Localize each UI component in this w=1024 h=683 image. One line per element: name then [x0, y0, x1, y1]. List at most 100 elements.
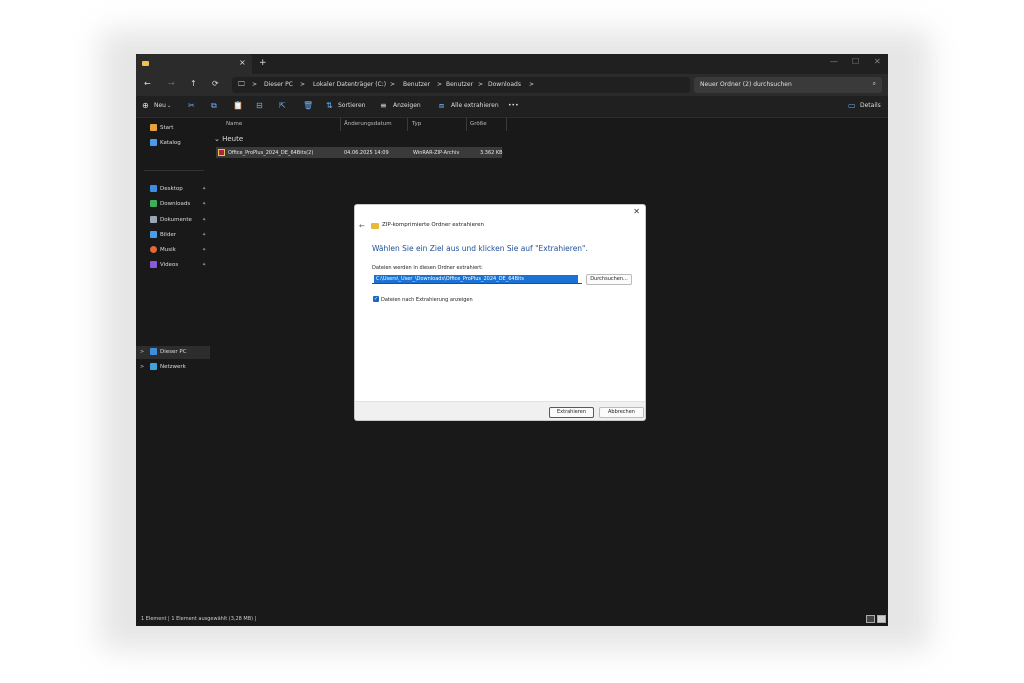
breadcrumb-downloads[interactable]: Downloads	[488, 81, 521, 88]
address-bar[interactable]: 🖵 > Dieser PC > Lokaler Datenträger (C:)…	[232, 77, 690, 93]
navigation-pane: Start Katalog Desktop ✦ Downloads ✦ Doku…	[136, 118, 210, 613]
breadcrumb-benutzer-1[interactable]: Benutzer	[403, 81, 430, 88]
gallery-icon	[150, 139, 157, 146]
sidebar-divider	[144, 170, 204, 171]
breadcrumb-separator: >	[390, 81, 396, 88]
file-size: 3.362 KB	[480, 149, 503, 156]
sidebar-item-desktop[interactable]: Desktop ✦	[136, 183, 210, 196]
breadcrumb-local-disk[interactable]: Lokaler Datenträger (C:)	[313, 81, 386, 88]
pin-icon: ✦	[202, 217, 207, 223]
sidebar-item-label: Videos	[160, 262, 179, 268]
group-header-today[interactable]: ⌄ Heute	[214, 135, 243, 143]
sidebar-item-this-pc[interactable]: > Dieser PC	[136, 346, 210, 359]
copy-icon[interactable]: ⧉	[211, 101, 217, 111]
destination-path-input[interactable]: C:\Users\_User_\Downloads\Office_ProPlus…	[372, 274, 582, 284]
pin-icon: ✦	[202, 262, 207, 268]
tab-close-icon[interactable]: ×	[239, 58, 246, 67]
cancel-button[interactable]: Abbrechen	[599, 407, 644, 418]
show-files-label[interactable]: Dateien nach Extrahierung anzeigen	[381, 297, 473, 303]
extract-all-button[interactable]: Alle extrahieren	[451, 102, 499, 109]
sidebar-item-label: Desktop	[160, 186, 183, 192]
dialog-footer: Extrahieren Abbrechen	[355, 401, 645, 420]
sidebar-item-katalog[interactable]: Katalog	[136, 137, 210, 150]
column-header-name[interactable]: Name	[226, 121, 242, 127]
breadcrumb-benutzer-2[interactable]: Benutzer	[446, 81, 473, 88]
breadcrumb-separator: >	[300, 81, 306, 88]
sidebar-item-label: Netzwerk	[160, 364, 186, 370]
folder-icon	[142, 61, 149, 66]
extract-button[interactable]: Extrahieren	[549, 407, 594, 418]
pin-icon: ✦	[202, 232, 207, 238]
destination-label: Dateien werden in diesen Ordner extrahie…	[372, 265, 483, 271]
share-icon[interactable]: ⇱	[279, 101, 286, 110]
maximize-icon[interactable]: ☐	[852, 57, 859, 66]
show-files-checkbox[interactable]: ✓	[373, 296, 379, 302]
sidebar-item-start[interactable]: Start	[136, 122, 210, 135]
close-icon[interactable]: ✕	[874, 57, 881, 66]
new-button[interactable]: Neu	[154, 102, 166, 109]
column-separator[interactable]	[340, 118, 341, 131]
refresh-icon[interactable]: ⟳	[212, 79, 219, 88]
destination-path-value[interactable]: C:\Users\_User_\Downloads\Office_ProPlus…	[374, 275, 578, 283]
dialog-back-icon[interactable]: ←	[359, 222, 365, 230]
sidebar-item-dokumente[interactable]: Dokumente ✦	[136, 214, 210, 227]
title-bar: × + — ☐ ✕	[136, 54, 888, 74]
tab-downloads[interactable]: ×	[136, 54, 252, 74]
breadcrumb-this-pc[interactable]: Dieser PC	[264, 81, 293, 88]
table-row[interactable]: Office_ProPlus_2024_DE_64Bits(2) 04.06.2…	[216, 147, 503, 158]
column-header-size[interactable]: Größe	[470, 121, 487, 127]
column-separator[interactable]	[466, 118, 467, 131]
pin-icon: ✦	[202, 186, 207, 192]
dialog-title: ZIP-komprimierte Ordner extrahieren	[382, 222, 484, 228]
delete-icon[interactable]: 🗑	[303, 101, 313, 110]
browse-button[interactable]: Durchsuchen...	[586, 274, 632, 285]
tiles-view-icon[interactable]	[877, 615, 886, 623]
sidebar-item-downloads[interactable]: Downloads ✦	[136, 198, 210, 211]
sidebar-item-musik[interactable]: Musik ✦	[136, 244, 210, 257]
file-date: 04.06.2025 14:09	[344, 149, 389, 156]
details-pane-icon: ▭	[848, 101, 856, 110]
rename-icon[interactable]: ⊟	[256, 101, 263, 110]
chevron-right-icon[interactable]: >	[140, 364, 144, 370]
up-icon[interactable]: ↑	[190, 79, 197, 88]
music-icon	[150, 246, 157, 253]
chevron-right-icon[interactable]: >	[140, 349, 144, 355]
sort-icon: ⇅	[326, 101, 333, 110]
pictures-icon	[150, 231, 157, 238]
paste-icon[interactable]: 📋	[233, 101, 243, 110]
forward-icon[interactable]: →	[168, 79, 175, 88]
details-view-icon[interactable]	[866, 615, 875, 623]
computer-icon: 🖵	[238, 80, 245, 88]
breadcrumb-separator: >	[252, 81, 258, 88]
sort-button[interactable]: Sortieren	[338, 102, 366, 109]
cut-icon[interactable]: ✂	[188, 101, 195, 110]
new-tab-icon[interactable]: +	[259, 58, 267, 68]
sidebar-item-network[interactable]: > Netzwerk	[136, 361, 210, 374]
zip-folder-icon	[371, 223, 379, 229]
downloads-icon	[150, 200, 157, 207]
file-type: WinRAR-ZIP-Archiv	[413, 149, 460, 156]
back-icon[interactable]: ←	[144, 79, 151, 88]
sidebar-item-bilder[interactable]: Bilder ✦	[136, 229, 210, 242]
sidebar-item-videos[interactable]: Videos ✦	[136, 259, 210, 272]
sidebar-item-label: Start	[160, 125, 174, 131]
status-bar: 1 Element | 1 Element ausgewählt (3,28 M…	[136, 613, 888, 626]
status-text: 1 Element | 1 Element ausgewählt (3,28 M…	[141, 616, 257, 622]
column-separator[interactable]	[407, 118, 408, 131]
breadcrumb-separator: >	[437, 81, 443, 88]
more-options-button[interactable]: •••	[508, 102, 519, 109]
details-button[interactable]: Details	[860, 102, 881, 109]
winrar-archive-icon	[218, 149, 225, 156]
search-input[interactable]: Neuer Ordner (2) durchsuchen	[700, 81, 792, 88]
dialog-close-icon[interactable]: ✕	[633, 207, 640, 216]
column-header-date[interactable]: Änderungsdatum	[344, 121, 392, 127]
view-button[interactable]: Anzeigen	[393, 102, 421, 109]
minimize-icon[interactable]: —	[830, 57, 838, 66]
search-box[interactable]: Neuer Ordner (2) durchsuchen ⌕	[694, 77, 882, 93]
sidebar-item-label: Katalog	[160, 140, 181, 146]
column-separator[interactable]	[506, 118, 507, 131]
extract-dialog: ✕ ← ZIP-komprimierte Ordner extrahieren …	[354, 204, 646, 421]
breadcrumb-separator: >	[529, 81, 535, 88]
view-icon: ≡	[380, 101, 387, 110]
column-header-type[interactable]: Typ	[412, 121, 421, 127]
